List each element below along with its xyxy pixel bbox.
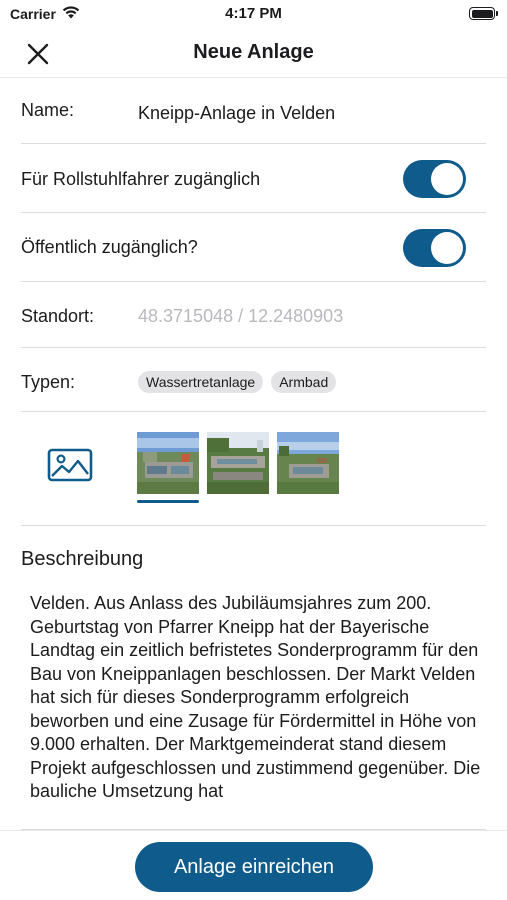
- location-field[interactable]: 48.3715048 / 12.2480903: [138, 306, 343, 327]
- public-toggle[interactable]: [403, 229, 466, 267]
- name-label: Name:: [21, 100, 75, 120]
- status-bar: Carrier 4:17 PM: [0, 0, 507, 30]
- description-textarea[interactable]: Velden. Aus Anlass des Jubiläumsjahres z…: [21, 578, 486, 830]
- public-label: Öffentlich zugänglich?: [21, 237, 198, 257]
- wheelchair-label: Für Rollstuhlfahrer zugänglich: [21, 169, 261, 189]
- description-text: Velden. Aus Anlass des Jubiläumsjahres z…: [30, 593, 481, 801]
- types-label: Typen:: [21, 372, 76, 392]
- nav-bar: Neue Anlage: [0, 30, 507, 78]
- photo-thumbnails: [137, 432, 339, 504]
- photo-image: [137, 432, 199, 494]
- submit-button[interactable]: Anlage einreichen: [135, 842, 373, 892]
- photo-thumbnail[interactable]: [137, 432, 199, 504]
- image-icon[interactable]: [47, 448, 93, 482]
- photo-thumbnail[interactable]: [277, 432, 339, 504]
- battery-icon: [469, 7, 498, 20]
- name-row: Name: Kneipp-Anlage in Velden: [21, 78, 486, 144]
- clock: 4:17 PM: [225, 5, 282, 22]
- type-chips: Wassertretanlage Armbad: [138, 371, 337, 393]
- page-title: Neue Anlage: [193, 41, 314, 63]
- type-chip[interactable]: Armbad: [271, 371, 337, 393]
- photo-image: [277, 432, 339, 494]
- location-row: Standort: 48.3715048 / 12.2480903: [21, 282, 486, 348]
- location-label: Standort:: [21, 306, 95, 326]
- bottom-bar: Anlage einreichen: [0, 830, 507, 900]
- name-field[interactable]: Kneipp-Anlage in Velden: [138, 103, 335, 124]
- description-title: Beschreibung: [21, 548, 144, 570]
- photo-image: [207, 432, 269, 494]
- wheelchair-toggle[interactable]: [403, 160, 466, 198]
- public-row: Öffentlich zugänglich?: [21, 213, 486, 282]
- type-chip[interactable]: Wassertretanlage: [138, 371, 264, 393]
- types-row: Typen: Wassertretanlage Armbad: [21, 348, 486, 412]
- images-row: [21, 412, 486, 526]
- photo-thumbnail[interactable]: [207, 432, 269, 504]
- wheelchair-row: Für Rollstuhlfahrer zugänglich: [21, 144, 486, 213]
- selected-indicator: [137, 500, 199, 503]
